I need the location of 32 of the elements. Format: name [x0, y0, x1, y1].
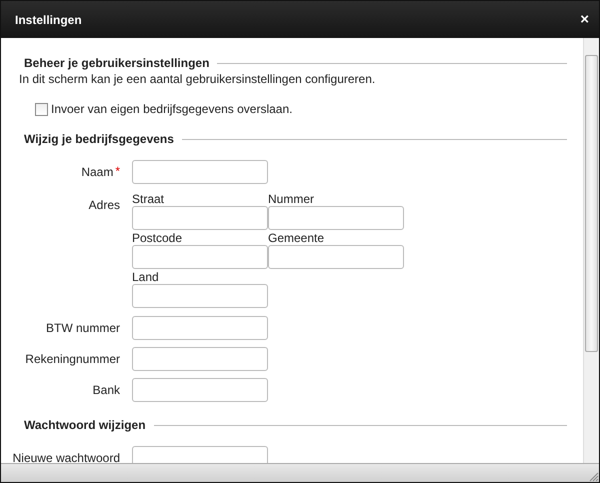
- input-field[interactable]: [132, 446, 268, 463]
- checkbox-label: Invoer van eigen bedrijfsgegevens overslaan.: [51, 102, 292, 116]
- section-heading: Wijzig je bedrijfsgegevens: [24, 132, 174, 146]
- field-label: Land: [132, 270, 160, 284]
- description-text: In dit scherm kan je een aantal gebruikersinstellingen configureren.: [19, 72, 376, 86]
- input-field[interactable]: [132, 284, 268, 308]
- field-label: Straat: [132, 192, 166, 206]
- input-field[interactable]: [268, 245, 404, 269]
- field-label: Postcode: [132, 231, 184, 245]
- required-marker: *: [115, 164, 120, 178]
- field-label: Adres: [88, 197, 120, 213]
- window-title: Instellingen: [15, 12, 82, 26]
- close-button[interactable]: ×: [580, 11, 589, 28]
- input-field[interactable]: [132, 316, 268, 340]
- field-label: Naam: [81, 164, 114, 180]
- checkbox[interactable]: [35, 102, 48, 116]
- field-label: Bank: [92, 382, 120, 398]
- field-label: Nummer: [268, 192, 316, 206]
- scrollbar[interactable]: [583, 38, 599, 463]
- input-field[interactable]: [132, 347, 268, 371]
- input-field[interactable]: [132, 160, 268, 184]
- section-heading: Wachtwoord wijzigen: [24, 418, 146, 432]
- input-field[interactable]: [268, 206, 404, 230]
- field-label: Nieuwe wachtwoord: [12, 450, 120, 463]
- input-field[interactable]: [132, 206, 268, 230]
- field-label: Rekeningnummer: [25, 351, 120, 367]
- input-field[interactable]: [132, 245, 268, 269]
- section-heading: Beheer je gebruikersinstellingen: [24, 56, 210, 70]
- field-label: BTW nummer: [46, 320, 120, 336]
- input-field[interactable]: [132, 378, 268, 402]
- field-label: Gemeente: [268, 231, 326, 245]
- resize-grip-icon[interactable]: [589, 472, 599, 482]
